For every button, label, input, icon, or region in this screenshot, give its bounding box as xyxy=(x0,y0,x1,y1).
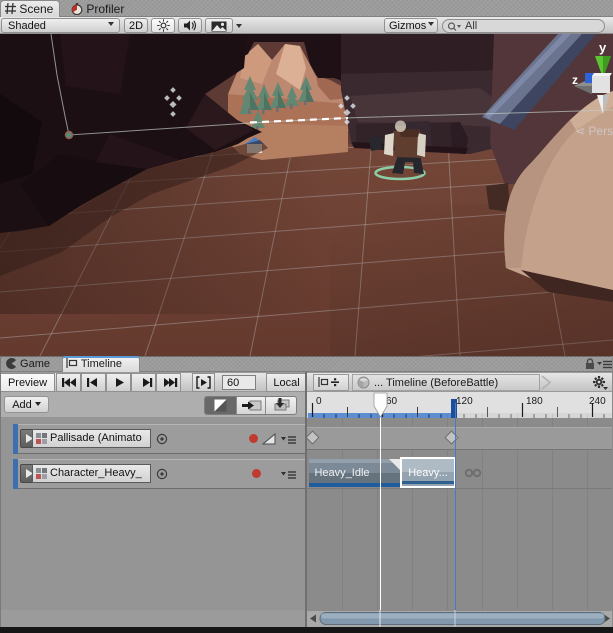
svg-text:Heavy_Idle: Heavy_Idle xyxy=(314,467,369,479)
svg-text:y: y xyxy=(599,40,607,55)
svg-text:180: 180 xyxy=(526,396,543,407)
svg-text:0: 0 xyxy=(316,396,322,407)
svg-text:240: 240 xyxy=(589,396,606,407)
svg-text:Heavy...: Heavy... xyxy=(408,467,448,479)
svg-text:120: 120 xyxy=(456,396,473,407)
svg-text:z: z xyxy=(572,73,578,87)
svg-text:⋖ Persp: ⋖ Persp xyxy=(575,124,613,138)
